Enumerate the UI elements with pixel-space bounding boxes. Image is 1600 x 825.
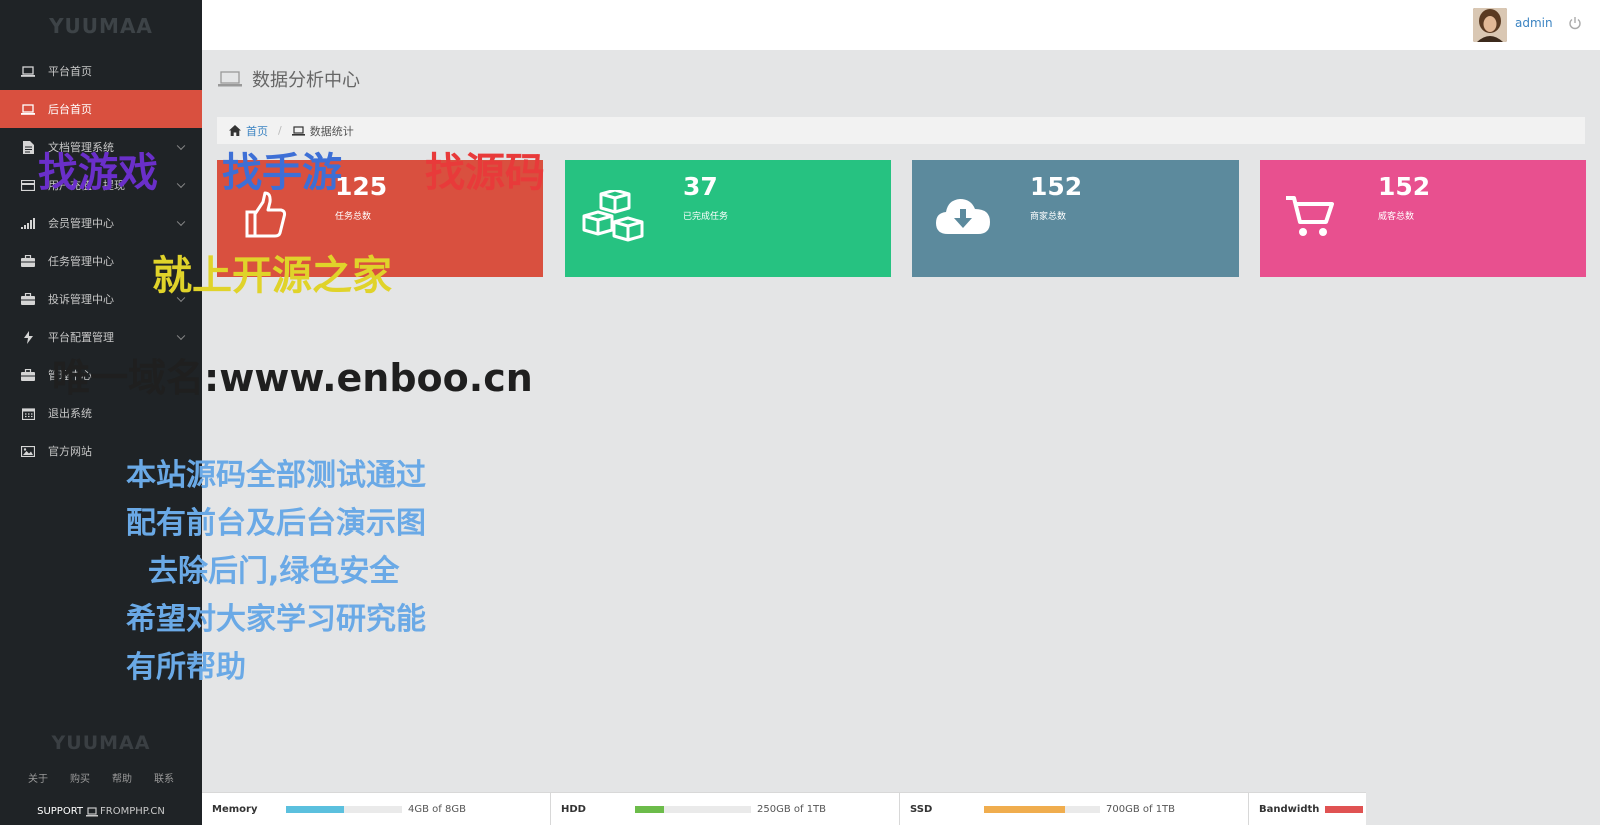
picture-icon	[20, 444, 36, 458]
footer-link-about[interactable]: 关于	[28, 770, 48, 785]
watermark-text: 唯一域名:www.enboo.cn	[52, 356, 533, 400]
support-link[interactable]: SUPPORT FROMPHP.CN	[0, 798, 202, 825]
progress-bar	[1325, 806, 1363, 813]
footer-links: 关于 购买 帮助 联系	[0, 770, 202, 785]
card-icon	[20, 178, 36, 192]
cloud-download-icon	[936, 199, 990, 234]
footer-brand: YUUMAA	[51, 732, 151, 754]
page-title-text: 数据分析中心	[252, 70, 360, 91]
watermark-text: 有所帮助	[126, 650, 246, 685]
status-value: 700GB of 1TB	[1106, 804, 1176, 815]
chevron-down-icon	[176, 141, 186, 151]
status-item-hdd: HDD 250GB of 1TB	[551, 793, 900, 825]
breadcrumb-current-label: 数据统计	[309, 124, 354, 138]
status-item-memory: Memory 4GB of 8GB	[202, 793, 551, 825]
cart-icon	[1286, 196, 1334, 236]
progress-bar	[286, 806, 402, 813]
status-bar: Memory 4GB of 8GB HDD 250GB of 1TB SSD 700GB …	[202, 792, 1366, 825]
support-label: SUPPORT	[37, 806, 84, 817]
laptop-icon	[20, 64, 36, 78]
progress-fill	[1325, 806, 1363, 813]
sidebar-item-label: 官方网站	[48, 445, 92, 458]
stat-label: 威客总数	[1378, 212, 1415, 222]
breadcrumb-home[interactable]: 首页	[229, 123, 268, 139]
sidebar-item[interactable]: 会员管理中心	[0, 204, 202, 242]
status-name: SSD	[910, 804, 933, 815]
status-name: HDD	[561, 804, 586, 815]
laptop-icon	[218, 71, 242, 87]
progress-bar	[984, 806, 1100, 813]
sidebar-item-label: 任务管理中心	[48, 255, 114, 268]
sidebar-item-label: 投诉管理中心	[48, 293, 114, 306]
status-value: 4GB of 8GB	[408, 804, 466, 815]
progress-fill	[286, 806, 344, 813]
bolt-icon	[20, 330, 36, 344]
signal-icon	[20, 216, 36, 230]
breadcrumb-current: 数据统计	[291, 123, 354, 139]
support-site: FROMPHP.CN	[100, 806, 165, 817]
stat-card-completed[interactable]: 37 已完成任务	[565, 160, 891, 277]
sidebar-item[interactable]: 后台首页	[0, 90, 202, 128]
page-title: 数据分析中心	[218, 66, 360, 92]
watermark-text: 找游戏	[38, 150, 158, 196]
progress-bar	[635, 806, 751, 813]
breadcrumb-home-label: 首页	[246, 124, 268, 138]
breadcrumb: 首页 / 数据统计	[217, 117, 1585, 144]
watermark-text: 找手游	[222, 150, 342, 196]
laptop-icon	[20, 102, 36, 116]
sidebar-item-label: 退出系统	[48, 407, 92, 420]
laptop-icon	[86, 806, 99, 816]
stat-card-merchants[interactable]: 152 商家总数	[912, 160, 1239, 277]
username-link[interactable]: admin	[1515, 16, 1553, 30]
sidebar-item-label: 平台首页	[48, 65, 92, 78]
sidebar-item[interactable]: 平台首页	[0, 52, 202, 90]
status-name: Bandwidth	[1259, 804, 1320, 815]
status-item-ssd: SSD 700GB of 1TB	[900, 793, 1249, 825]
briefcase-icon	[20, 254, 36, 268]
power-icon[interactable]	[1568, 16, 1582, 30]
watermark-text: 去除后门,绿色安全	[148, 554, 400, 589]
status-value: 250GB of 1TB	[757, 804, 827, 815]
stat-label: 商家总数	[1030, 212, 1067, 222]
top-bar	[202, 0, 1600, 50]
footer-link-buy[interactable]: 购买	[70, 770, 90, 785]
watermark-text: 配有前台及后台演示图	[126, 506, 426, 541]
chevron-down-icon	[176, 217, 186, 227]
watermark-text: 本站源码全部测试通过	[126, 458, 426, 493]
progress-fill	[984, 806, 1066, 813]
stat-label: 已完成任务	[683, 212, 729, 222]
stat-value: 152	[1378, 172, 1431, 201]
chevron-down-icon	[176, 179, 186, 189]
stat-value: 37	[683, 172, 718, 201]
watermark-text: 希望对大家学习研究能	[126, 602, 426, 637]
sidebar-item-label: 会员管理中心	[48, 217, 114, 230]
chevron-down-icon	[176, 331, 186, 341]
cubes-icon	[582, 190, 644, 242]
brand-logo[interactable]: YUUMAA	[0, 0, 202, 52]
footer-link-contact[interactable]: 联系	[154, 770, 174, 785]
briefcase-icon	[20, 368, 36, 382]
status-item-bandwidth: Bandwidth	[1249, 793, 1366, 825]
sidebar-item-label: 平台配置管理	[48, 331, 114, 344]
laptop-icon	[291, 125, 305, 136]
home-icon	[229, 125, 241, 136]
stat-card-clients[interactable]: 152 威客总数	[1260, 160, 1586, 277]
briefcase-icon	[20, 292, 36, 306]
watermark-text: 找源码	[425, 150, 545, 196]
stat-label: 任务总数	[335, 212, 372, 222]
sidebar: YUUMAA 平台首页 后台首页 文档管理系统 用户充值、提现 会员管理中心 任务管理中心…	[0, 0, 202, 825]
status-name: Memory	[212, 804, 258, 815]
footer-link-help[interactable]: 帮助	[112, 770, 132, 785]
avatar[interactable]	[1473, 8, 1507, 42]
sidebar-item-label: 后台首页	[48, 103, 92, 116]
stat-value: 125	[335, 172, 388, 201]
breadcrumb-separator: /	[278, 124, 282, 137]
stat-value: 152	[1030, 172, 1083, 201]
watermark-text: 就上开源之家	[152, 253, 392, 299]
progress-fill	[635, 806, 664, 813]
calendar-icon	[20, 406, 36, 420]
file-icon	[20, 140, 36, 154]
